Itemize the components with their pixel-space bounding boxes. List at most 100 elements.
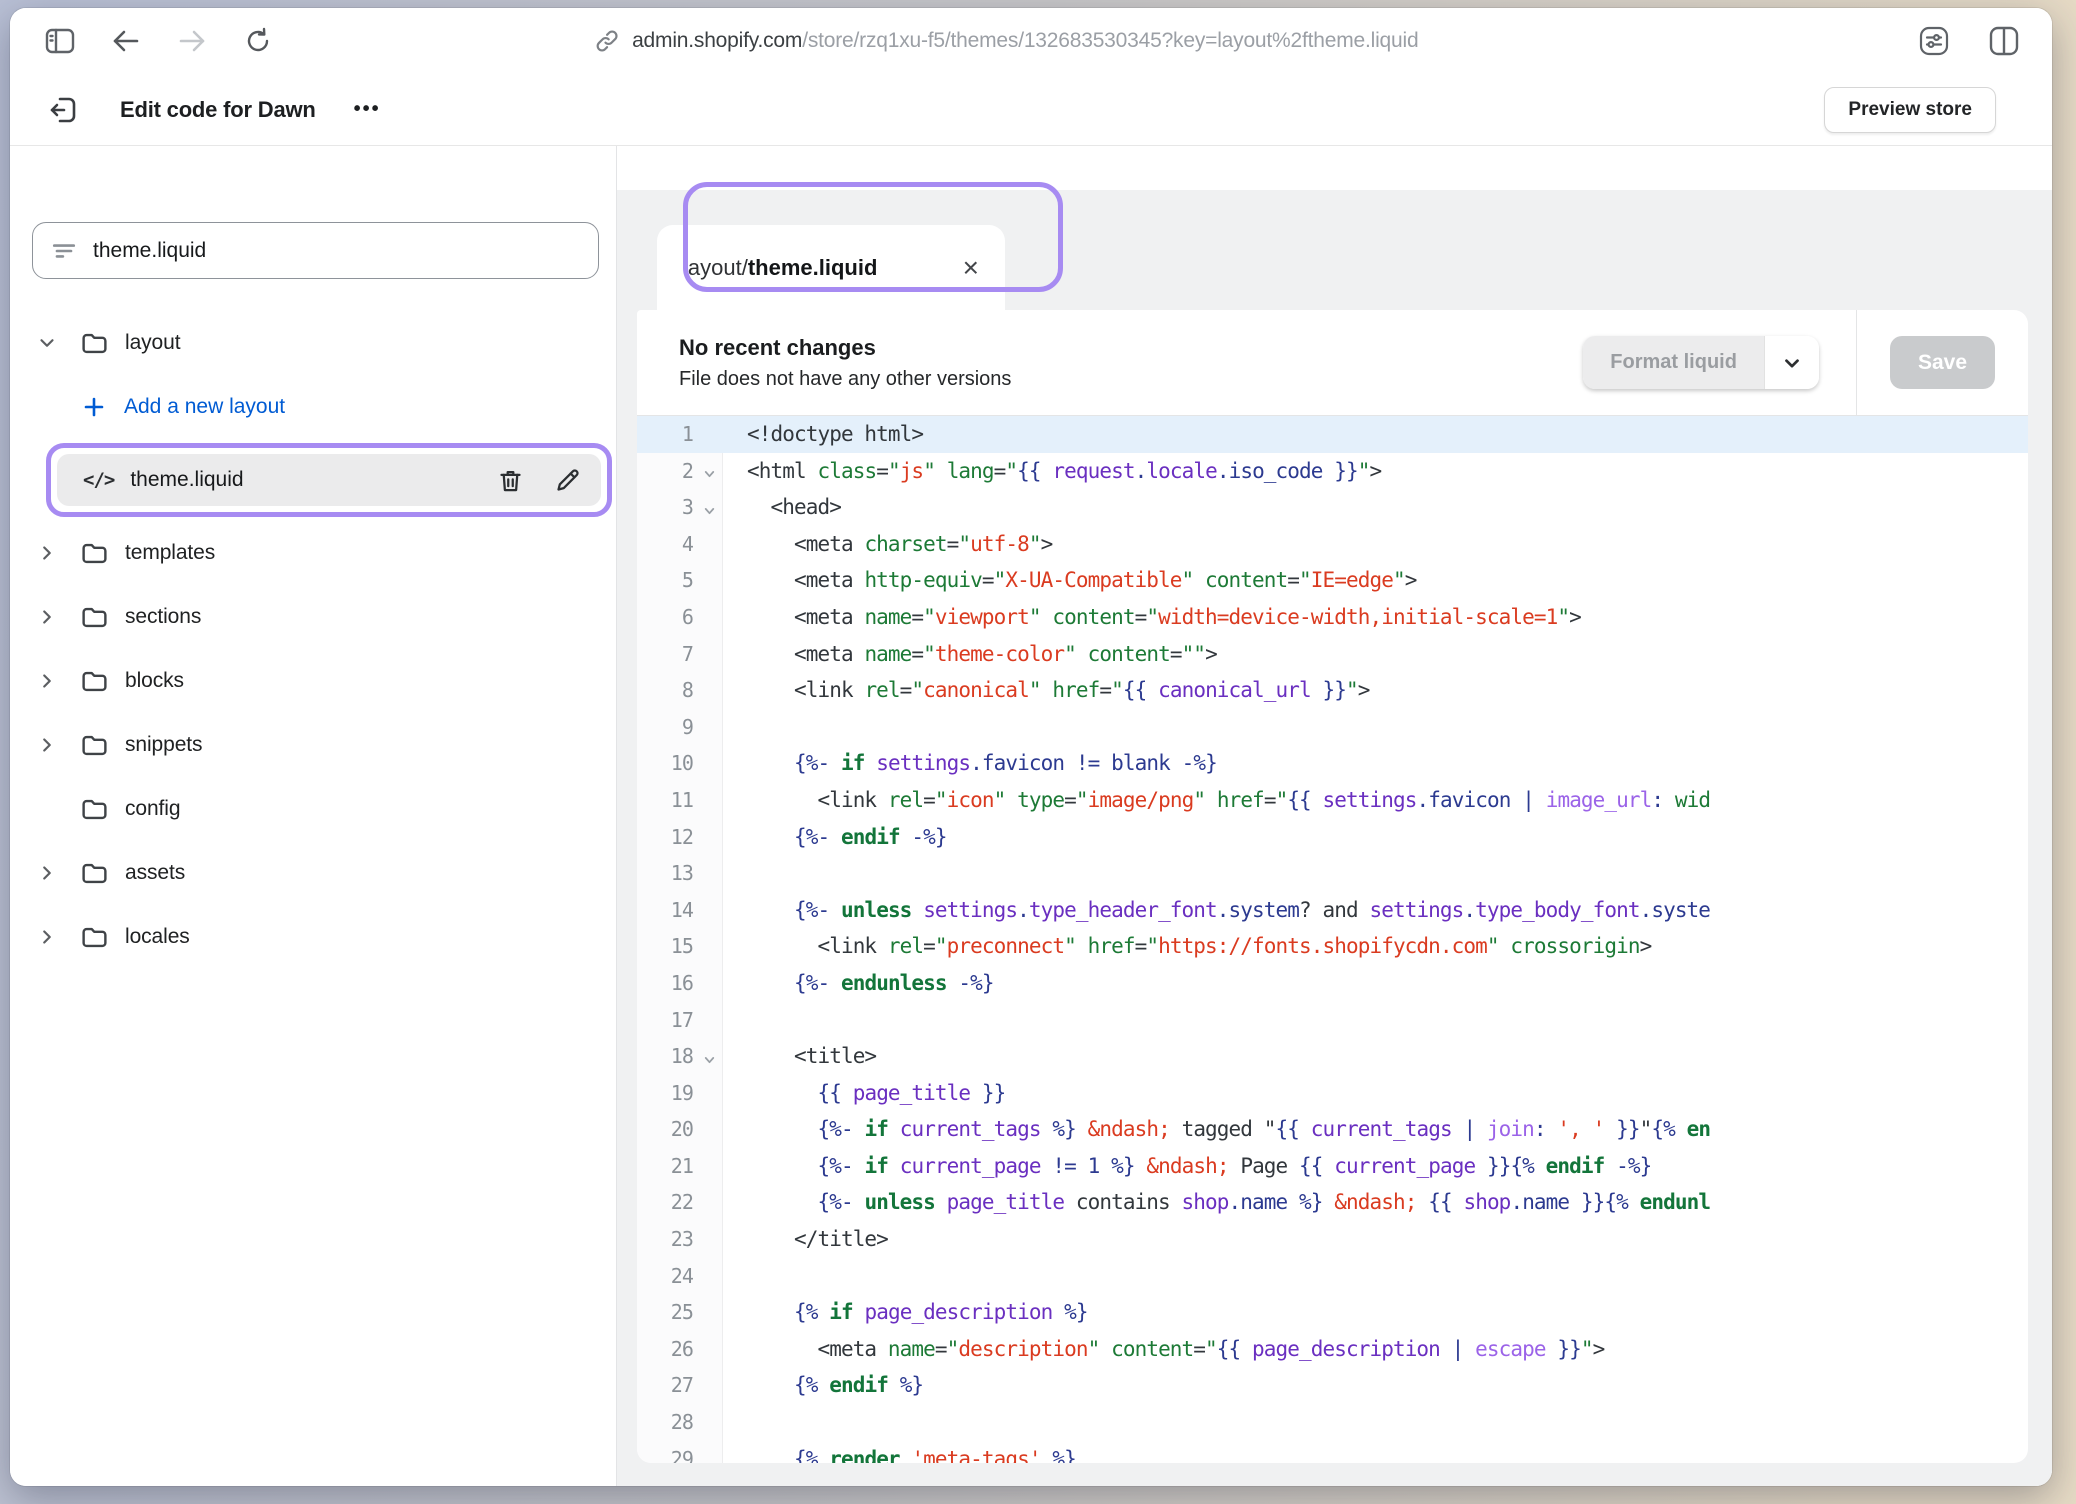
fold-arrow-icon[interactable] <box>697 489 723 526</box>
sidebar-item-assets[interactable]: assets <box>10 841 616 905</box>
editor-pane: layout/theme.liquid × No recent changes … <box>617 146 2052 1486</box>
fold-spacer <box>697 562 723 599</box>
file-search-box[interactable] <box>32 222 599 279</box>
line-number: 2 <box>637 453 697 490</box>
code-file-icon: </> <box>83 469 114 491</box>
code-text: <link rel="preconnect" href="https://fon… <box>723 928 1651 965</box>
more-menu-button[interactable]: ••• <box>354 98 381 121</box>
code-line-27[interactable]: 27 {% endif %} <box>637 1367 2028 1404</box>
code-line-5[interactable]: 5 <meta http-equiv="X-UA-Compatible" con… <box>637 562 2028 599</box>
sidebar-item-locales[interactable]: locales <box>10 905 616 969</box>
trash-icon[interactable] <box>497 467 524 494</box>
format-liquid-label[interactable]: Format liquid <box>1583 336 1764 389</box>
fold-spacer <box>697 709 723 746</box>
address-bar[interactable]: admin.shopify.com/store/rzq1xu-f5/themes… <box>594 8 1418 74</box>
code-line-29[interactable]: 29 {% render 'meta-tags' %} <box>637 1441 2028 1463</box>
line-number: 8 <box>637 672 697 709</box>
code-text: <link rel="icon" type="image/png" href="… <box>723 782 1710 819</box>
sidebar-item-config[interactable]: config <box>10 777 616 841</box>
preview-store-button[interactable]: Preview store <box>1824 87 1996 133</box>
pencil-icon[interactable] <box>554 467 581 494</box>
code-line-10[interactable]: 10 {%- if settings.favicon != blank -%} <box>637 745 2028 782</box>
fold-spacer <box>697 1294 723 1331</box>
code-line-23[interactable]: 23 </title> <box>637 1221 2028 1258</box>
code-line-26[interactable]: 26 <meta name="description" content="{{ … <box>637 1331 2028 1368</box>
format-dropdown-caret[interactable] <box>1764 336 1819 389</box>
code-line-15[interactable]: 15 <link rel="preconnect" href="https://… <box>637 928 2028 965</box>
fold-spacer <box>697 1002 723 1039</box>
code-line-24[interactable]: 24 <box>637 1258 2028 1295</box>
code-line-21[interactable]: 21 {%- if current_page != 1 %} &ndash; P… <box>637 1148 2028 1185</box>
fold-arrow-icon[interactable] <box>697 1038 723 1075</box>
annotation-file-highlight: </>theme.liquid <box>46 443 612 517</box>
status-title: No recent changes <box>679 335 1583 361</box>
code-line-4[interactable]: 4 <meta charset="utf-8"> <box>637 526 2028 563</box>
tab-theme-liquid[interactable]: layout/theme.liquid × <box>657 225 1005 311</box>
line-number: 15 <box>637 928 697 965</box>
code-line-8[interactable]: 8 <link rel="canonical" href="{{ canonic… <box>637 672 2028 709</box>
sidebar-item-snippets[interactable]: snippets <box>10 713 616 777</box>
line-number: 24 <box>637 1258 697 1295</box>
code-line-16[interactable]: 16 {%- endunless -%} <box>637 965 2028 1002</box>
code-line-19[interactable]: 19 {{ page_title }} <box>637 1075 2028 1112</box>
code-line-11[interactable]: 11 <link rel="icon" type="image/png" hre… <box>637 782 2028 819</box>
format-liquid-button[interactable]: Format liquid <box>1583 336 1819 389</box>
code-line-6[interactable]: 6 <meta name="viewport" content="width=d… <box>637 599 2028 636</box>
code-line-1[interactable]: 1<!doctype html> <box>637 416 2028 453</box>
chevron-right-icon <box>36 542 58 564</box>
code-text: <meta name="viewport" content="width=dev… <box>723 599 1581 636</box>
fold-spacer <box>697 745 723 782</box>
code-line-7[interactable]: 7 <meta name="theme-color" content=""> <box>637 636 2028 673</box>
code-line-20[interactable]: 20 {%- if current_tags %} &ndash; tagged… <box>637 1111 2028 1148</box>
folder-label: blocks <box>125 669 184 693</box>
file-item-theme-liquid[interactable]: </>theme.liquid <box>57 454 601 506</box>
code-line-28[interactable]: 28 <box>637 1404 2028 1441</box>
file-tree: layoutAdd a new layout </>theme.liquid tem… <box>10 311 616 969</box>
add-new-layout-button[interactable]: Add a new layout <box>10 375 616 439</box>
page-title: Edit code for Dawn <box>120 97 316 123</box>
line-number: 22 <box>637 1184 697 1221</box>
sidebar-item-templates[interactable]: templates <box>10 521 616 585</box>
file-sidebar: layoutAdd a new layout </>theme.liquid tem… <box>10 146 617 1486</box>
split-view-icon[interactable] <box>1982 19 2026 63</box>
code-line-14[interactable]: 14 {%- unless settings.type_header_font.… <box>637 892 2028 929</box>
line-number: 17 <box>637 1002 697 1039</box>
save-button[interactable]: Save <box>1890 336 1995 389</box>
folder-label: config <box>125 797 180 821</box>
sidebar-item-layout[interactable]: layout <box>10 311 616 375</box>
fold-spacer <box>697 819 723 856</box>
code-line-3[interactable]: 3 <head> <box>637 489 2028 526</box>
search-input[interactable] <box>93 239 580 263</box>
line-number: 12 <box>637 819 697 856</box>
code-text <box>723 1002 747 1039</box>
fold-spacer <box>697 965 723 1002</box>
reload-icon[interactable] <box>236 19 280 63</box>
folder-icon <box>80 859 109 888</box>
sidebar-item-blocks[interactable]: blocks <box>10 649 616 713</box>
code-text <box>723 1258 747 1295</box>
fold-spacer <box>697 599 723 636</box>
exit-icon[interactable] <box>44 90 84 130</box>
code-line-2[interactable]: 2<html class="js" lang="{{ request.local… <box>637 453 2028 490</box>
fold-spacer <box>697 1404 723 1441</box>
code-line-13[interactable]: 13 <box>637 855 2028 892</box>
code-line-25[interactable]: 25 {% if page_description %} <box>637 1294 2028 1331</box>
code-editor[interactable]: 1<!doctype html>2<html class="js" lang="… <box>637 416 2028 1463</box>
code-line-22[interactable]: 22 {%- unless page_title contains shop.n… <box>637 1184 2028 1221</box>
code-line-9[interactable]: 9 <box>637 709 2028 746</box>
fold-spacer <box>697 636 723 673</box>
close-tab-icon[interactable]: × <box>963 254 979 282</box>
sidebar-toggle-icon[interactable] <box>38 19 82 63</box>
code-line-18[interactable]: 18 <title> <box>637 1038 2028 1075</box>
folder-icon <box>80 795 109 824</box>
editor-toolbar: No recent changes File does not have any… <box>637 310 2028 416</box>
code-line-12[interactable]: 12 {%- endif -%} <box>637 819 2028 856</box>
sidebar-item-sections[interactable]: sections <box>10 585 616 649</box>
line-number: 13 <box>637 855 697 892</box>
fold-spacer <box>697 1111 723 1148</box>
chevron-right-icon <box>36 606 58 628</box>
fold-arrow-icon[interactable] <box>697 453 723 490</box>
code-line-17[interactable]: 17 <box>637 1002 2028 1039</box>
page-settings-icon[interactable] <box>1912 19 1956 63</box>
back-button-icon[interactable] <box>104 19 148 63</box>
